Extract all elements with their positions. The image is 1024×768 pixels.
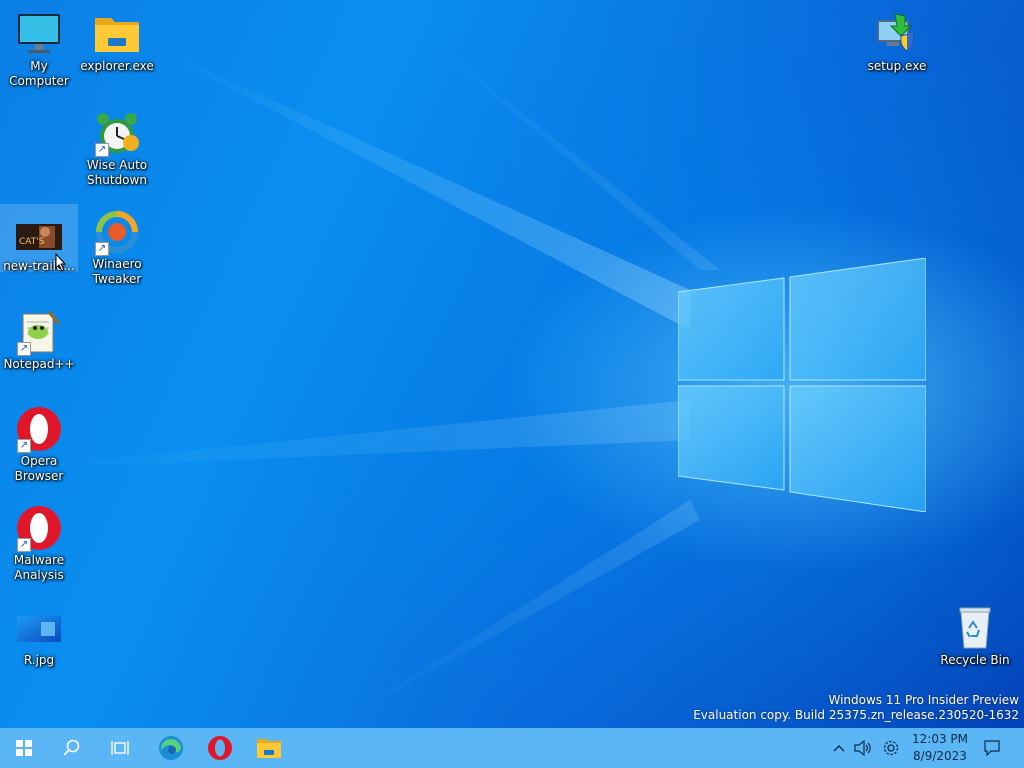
volume-icon <box>854 740 871 756</box>
search-button[interactable] <box>48 728 96 768</box>
watermark-line2: Evaluation copy. Build 25375.zn_release.… <box>693 708 1019 722</box>
desktop-icon-label: My Computer <box>9 59 69 88</box>
desktop-icon-my-computer[interactable]: My Computer <box>0 4 78 89</box>
desktop-icon-label: explorer.exe <box>80 59 154 73</box>
desktop-icon-notepadpp[interactable]: ↗ Notepad++ <box>0 302 78 372</box>
wallpaper-windows-logo <box>678 258 926 512</box>
settings-gear-icon <box>883 740 899 756</box>
mouse-cursor-icon <box>55 253 67 271</box>
image-thumbnail-icon <box>17 616 61 642</box>
monitor-icon <box>18 14 60 53</box>
evaluation-watermark: Windows 11 Pro Insider Preview Evaluatio… <box>693 693 1019 723</box>
shortcut-arrow-icon: ↗ <box>17 342 31 356</box>
settings-button[interactable] <box>878 728 904 768</box>
start-icon <box>16 740 32 756</box>
taskbar: 12:03 PM 8/9/2023 <box>0 728 1024 768</box>
start-button[interactable] <box>0 728 48 768</box>
desktop-icon-label: Notepad++ <box>3 357 75 371</box>
shortcut-arrow-icon: ↗ <box>17 439 31 453</box>
notification-center-button[interactable] <box>978 728 1006 768</box>
taskbar-clock[interactable]: 12:03 PM 8/9/2023 <box>906 731 974 765</box>
tray-overflow-button[interactable] <box>828 728 850 768</box>
shortcut-arrow-icon: ↗ <box>95 242 109 256</box>
desktop-icon-label: Recycle Bin <box>940 653 1010 667</box>
search-icon <box>63 739 80 756</box>
desktop-icon-malware-analysis[interactable]: ↗ Malware Analysis <box>0 498 78 583</box>
opera-icon <box>208 736 232 760</box>
desktop-icon-label: Opera Browser <box>14 454 64 483</box>
desktop-icon-wise-auto-shutdown[interactable]: ↗ Wise Auto Shutdown <box>78 103 156 188</box>
folder-icon <box>95 18 139 52</box>
task-view-icon <box>111 741 129 755</box>
chevron-up-icon <box>833 745 845 752</box>
edge-icon <box>159 736 183 760</box>
watermark-line1: Windows 11 Pro Insider Preview <box>828 693 1019 707</box>
video-thumbnail-icon: CAT'S <box>16 224 62 250</box>
desktop-icon-label: Winaero Tweaker <box>92 257 142 286</box>
installer-icon <box>877 13 914 52</box>
clock-time: 12:03 PM <box>912 732 968 746</box>
desktop-icon-winaero-tweaker[interactable]: ↗ Winaero Tweaker <box>78 202 156 287</box>
desktop[interactable]: My Computer explorer.exe setup.exe ↗ Wis… <box>0 0 1024 728</box>
volume-button[interactable] <box>850 728 876 768</box>
recycle-bin-icon <box>959 607 991 649</box>
desktop-icon-label: Wise Auto Shutdown <box>86 158 148 187</box>
desktop-icon-label: setup.exe <box>867 59 927 73</box>
desktop-icon-r-jpg[interactable]: R.jpg <box>0 598 78 668</box>
desktop-icon-opera-browser[interactable]: ↗ Opera Browser <box>0 399 78 484</box>
desktop-icon-label: Malware Analysis <box>13 553 65 582</box>
clock-date: 8/9/2023 <box>913 749 967 763</box>
task-view-button[interactable] <box>96 728 144 768</box>
taskbar-edge[interactable] <box>147 728 195 768</box>
taskbar-opera[interactable] <box>196 728 244 768</box>
notification-icon <box>984 740 1000 756</box>
desktop-icon-setup-exe[interactable]: setup.exe <box>858 4 936 74</box>
shortcut-arrow-icon: ↗ <box>17 538 31 552</box>
desktop-icon-recycle-bin[interactable]: Recycle Bin <box>936 598 1014 668</box>
desktop-icon-explorer-exe[interactable]: explorer.exe <box>78 4 156 74</box>
desktop-icon-label: R.jpg <box>23 653 55 667</box>
file-explorer-icon <box>257 739 281 758</box>
svg-text:CAT'S: CAT'S <box>19 237 45 247</box>
shortcut-arrow-icon: ↗ <box>95 143 109 157</box>
taskbar-file-explorer[interactable] <box>245 728 293 768</box>
